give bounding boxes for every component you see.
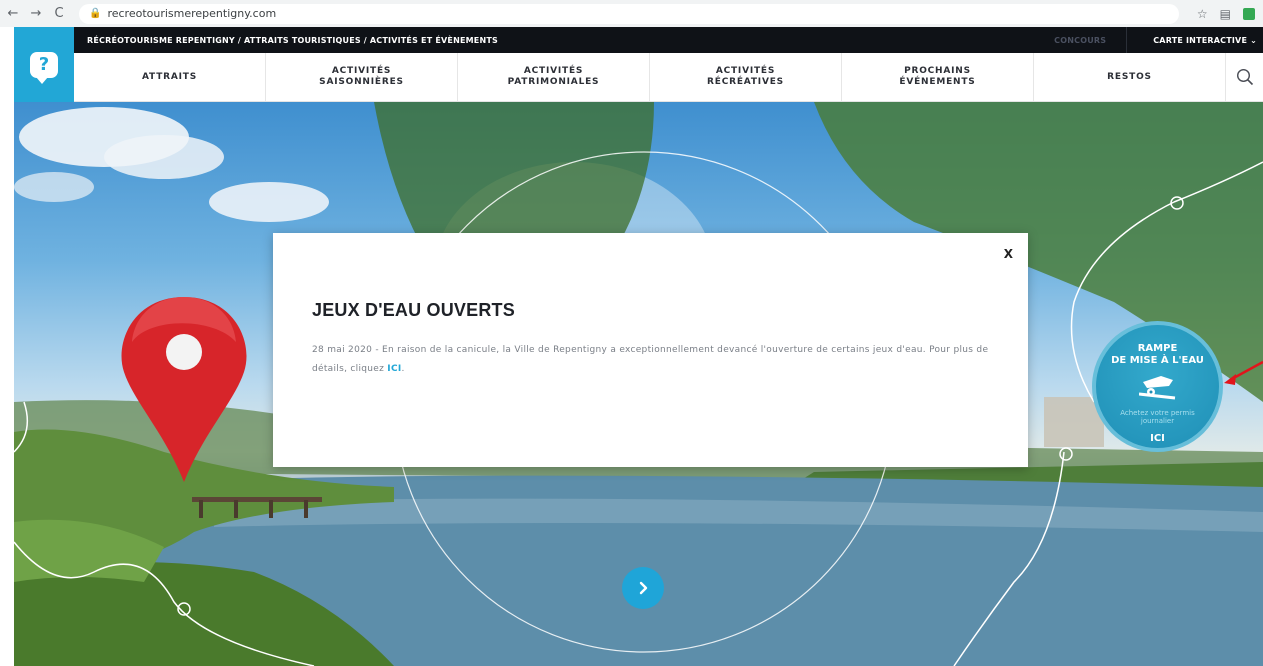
top-strip: RÉCRÉOTOURISME REPENTIGNY / ATTRAITS TOU…	[74, 27, 1263, 53]
address-text: recreotourismerepentigny.com	[107, 7, 277, 20]
main-nav: ATTRAITS ACTIVITÉS SAISONNIÈRES ACTIVITÉ…	[74, 53, 1263, 102]
nav-item-prochains-evenements[interactable]: PROCHAINS ÉVÉNEMENTS	[842, 53, 1034, 101]
reload-icon[interactable]: C	[49, 6, 69, 21]
modal-title: JEUX D'EAU OUVERTS	[312, 300, 515, 320]
search-icon	[1236, 68, 1253, 86]
carte-interactive-link[interactable]: CARTE INTERACTIVE ⌄	[1127, 36, 1263, 45]
nav-item-attraits[interactable]: ATTRAITS	[74, 53, 266, 101]
modal-close-button[interactable]: X	[1004, 247, 1013, 261]
star-icon[interactable]: ☆	[1197, 7, 1208, 21]
announcement-modal: X JEUX D'EAU OUVERTS 28 mai 2020 - En ra…	[273, 233, 1028, 467]
concours-link[interactable]: CONCOURS	[1034, 27, 1128, 53]
search-button[interactable]	[1226, 53, 1263, 101]
back-arrow-icon[interactable]: ←	[3, 6, 23, 21]
next-slide-button[interactable]	[622, 567, 664, 609]
nav-item-activites-recreatives[interactable]: ACTIVITÉS RÉCRÉATIVES	[650, 53, 842, 101]
ramp-badge-title: RAMPE DE MISE À L'EAU	[1111, 343, 1204, 366]
nav-item-activites-saisonnieres[interactable]: ACTIVITÉS SAISONNIÈRES	[266, 53, 458, 101]
forward-arrow-icon[interactable]: →	[26, 6, 46, 21]
browser-toolbar: ← → C 🔒 recreotourismerepentigny.com ☆ ▤	[0, 0, 1263, 27]
ramp-badge-button[interactable]: RAMPE DE MISE À L'EAU Achetez votre perm…	[1092, 321, 1223, 452]
question-bubble-icon: ?	[30, 51, 58, 84]
site-logo[interactable]: ?	[14, 27, 74, 102]
lock-icon: 🔒	[89, 8, 102, 19]
modal-ici-link[interactable]: ICI	[387, 364, 401, 374]
ramp-badge-subtitle: Achetez votre permis journalier	[1120, 409, 1195, 425]
breadcrumb: RÉCRÉOTOURISME REPENTIGNY / ATTRAITS TOU…	[87, 35, 498, 45]
extension-icon[interactable]: ▤	[1220, 7, 1231, 21]
nav-item-activites-patrimoniales[interactable]: ACTIVITÉS PATRIMONIALES	[458, 53, 650, 101]
modal-text: 28 mai 2020 - En raison de la canicule, …	[312, 345, 989, 374]
address-bar[interactable]: 🔒 recreotourismerepentigny.com	[79, 3, 1179, 24]
profile-icon[interactable]	[1243, 7, 1255, 20]
boat-trailer-icon	[1139, 376, 1176, 400]
ramp-badge-cta: ICI	[1150, 433, 1165, 444]
chevron-right-icon	[639, 581, 648, 595]
nav-item-restos[interactable]: RESTOS	[1034, 53, 1226, 101]
